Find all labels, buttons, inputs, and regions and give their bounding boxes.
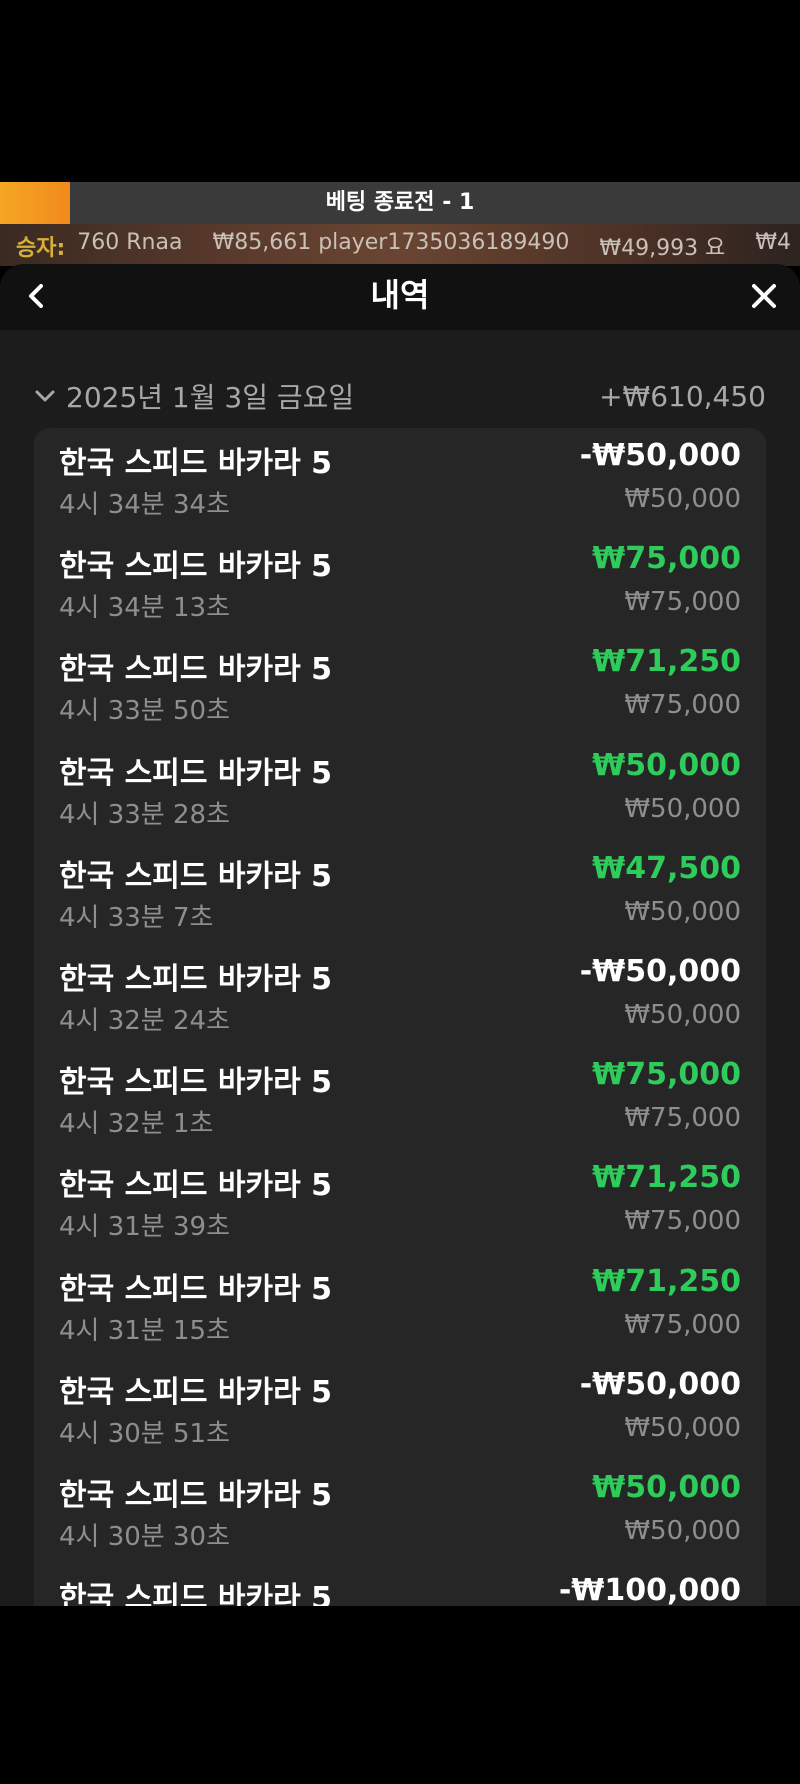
betting-status-title: 베팅 종료전 - 1 — [325, 190, 475, 215]
game-title: 한국 스피드 바카라 5 — [59, 1271, 333, 1307]
history-list: 한국 스피드 바카라 5 4시 34분 34초 -₩50,000 ₩50,000 한국 … — [34, 428, 766, 1606]
game-title: 한국 스피드 바카라 5 — [59, 962, 333, 997]
bet-amount: ₩50,000 — [624, 896, 741, 927]
game-title: 한국 스피드 바카라 5 — [59, 446, 333, 481]
history-row[interactable]: 한국 스피드 바카라 5 4시 32분 24초 -₩50,000 ₩50,000 — [59, 944, 741, 1047]
game-title: 한국 스피드 바카라 5 — [59, 858, 333, 894]
bet-time: 4시 30분 51초 — [59, 1418, 230, 1449]
game-title: 한국 스피드 바카라 5 — [59, 1065, 333, 1101]
close-icon — [752, 284, 776, 308]
result-amount: ₩75,000 — [592, 1057, 741, 1093]
bet-amount: ₩75,000 — [624, 1103, 741, 1134]
game-title: 한국 스피드 바카라 5 — [59, 1374, 333, 1410]
history-row[interactable]: 한국 스피드 바카라 5 4시 34분 13초 ₩75,000 ₩75,000 — [59, 531, 741, 634]
result-amount: ₩50,000 — [592, 747, 741, 783]
result-amount: ₩47,500 — [592, 850, 741, 886]
ticker-entry: ₩85,661 player1735036189490 — [212, 230, 570, 255]
result-amount: -₩50,000 — [579, 438, 741, 473]
bet-amount: ₩75,000 — [624, 587, 741, 618]
ticker-entry: 760 Rnaa — [77, 230, 183, 255]
result-amount: -₩50,000 — [579, 1366, 741, 1402]
bet-amount: ₩50,000 — [624, 793, 741, 824]
bet-time: 4시 32분 24초 — [59, 1006, 230, 1036]
bet-amount: ₩75,000 — [624, 1206, 741, 1237]
bet-time: 4시 31분 39초 — [59, 1212, 230, 1243]
history-row[interactable]: 한국 스피드 바카라 5 4시 31분 15초 ₩71,250 ₩75,000 — [59, 1254, 741, 1357]
bet-time: 4시 31분 15초 — [59, 1315, 230, 1346]
bet-time: 4시 34분 34초 — [59, 490, 230, 520]
bet-time: 4시 33분 28초 — [59, 799, 230, 830]
date-label: 2025년 1월 3일 금요일 — [66, 381, 355, 414]
betting-status-bar: 베팅 종료전 - 1 — [0, 182, 800, 224]
sheet-header: 내역 — [0, 264, 800, 330]
bet-time: 4시 32분 1초 — [59, 1109, 214, 1140]
result-amount: -₩50,000 — [579, 954, 741, 989]
result-amount: ₩71,250 — [592, 1160, 741, 1196]
game-title: 한국 스피드 바카라 5 — [59, 1168, 333, 1204]
ticker-entry: ₩49,993 요 — [599, 236, 726, 261]
history-row[interactable]: 한국 스피드 바카라 5 4시 32분 1초 ₩75,000 ₩75,000 — [59, 1047, 741, 1150]
game-title: 한국 스피드 바카라 5 — [59, 755, 333, 791]
bet-time: 4시 34분 13초 — [59, 593, 230, 624]
sheet-title: 내역 — [370, 276, 430, 314]
winners-label: 승자: — [16, 236, 66, 261]
game-title: 한국 스피드 바카라 5 — [59, 1581, 333, 1606]
result-amount: ₩75,000 — [592, 541, 741, 577]
history-row[interactable]: 한국 스피드 바카라 5 4시 31분 39초 ₩71,250 ₩75,000 — [59, 1150, 741, 1253]
chevron-down-icon — [35, 390, 55, 402]
game-title: 한국 스피드 바카라 5 — [59, 549, 333, 585]
bet-amount: ₩50,000 — [624, 1412, 741, 1443]
bet-amount: ₩75,000 — [624, 1309, 741, 1340]
result-amount: -₩100,000 — [558, 1573, 741, 1606]
result-amount: ₩71,250 — [592, 644, 741, 680]
bet-time: 4시 33분 7초 — [59, 902, 214, 933]
date-total: +₩610,450 — [599, 379, 766, 413]
history-row[interactable]: 한국 스피드 바카라 5 4시 34분 34초 -₩50,000 ₩50,000 — [59, 428, 741, 531]
history-row[interactable]: 한국 스피드 바카라 5 4시 30분 51초 -₩50,000 ₩50,000 — [59, 1357, 741, 1460]
bet-time: 4시 33분 50초 — [59, 696, 230, 727]
top-black-area — [0, 0, 800, 182]
game-title: 한국 스피드 바카라 5 — [59, 652, 333, 688]
game-title: 한국 스피드 바카라 5 — [59, 1478, 333, 1513]
bet-amount: ₩50,000 — [624, 1516, 741, 1546]
history-row[interactable]: 한국 스피드 바카라 5 4시 33분 7초 ₩47,500 ₩50,000 — [59, 841, 741, 944]
history-row[interactable]: 한국 스피드 바카라 5 4시 33분 28초 ₩50,000 ₩50,000 — [59, 738, 741, 841]
history-sheet: 내역 2025년 1월 3일 금요일 +₩610,450 한국 스피드 바카라 … — [0, 264, 800, 1606]
history-row[interactable]: 한국 스피드 바카라 5 4시 33분 50초 ₩71,250 ₩75,000 — [59, 634, 741, 737]
bottom-black-area — [0, 1606, 800, 1784]
history-row[interactable]: 한국 스피드 바카라 5 4시 30분 30초 ₩50,000 ₩50,000 — [59, 1460, 741, 1563]
winners-ticker: 승자: 760 Rnaa ₩85,661 player1735036189490… — [0, 224, 800, 266]
bet-amount: ₩50,000 — [624, 1000, 741, 1030]
bet-amount: ₩75,000 — [624, 690, 741, 721]
bet-amount: ₩50,000 — [624, 484, 741, 514]
result-amount: ₩71,250 — [592, 1263, 741, 1299]
result-amount: ₩50,000 — [592, 1470, 741, 1505]
bet-time: 4시 30분 30초 — [59, 1522, 230, 1552]
history-row[interactable]: 한국 스피드 바카라 5 -₩100,000 — [59, 1563, 741, 1606]
date-group-header[interactable]: 2025년 1월 3일 금요일 +₩610,450 — [34, 376, 766, 416]
close-button[interactable] — [746, 278, 782, 314]
ticker-entry: ₩4 — [755, 230, 792, 255]
